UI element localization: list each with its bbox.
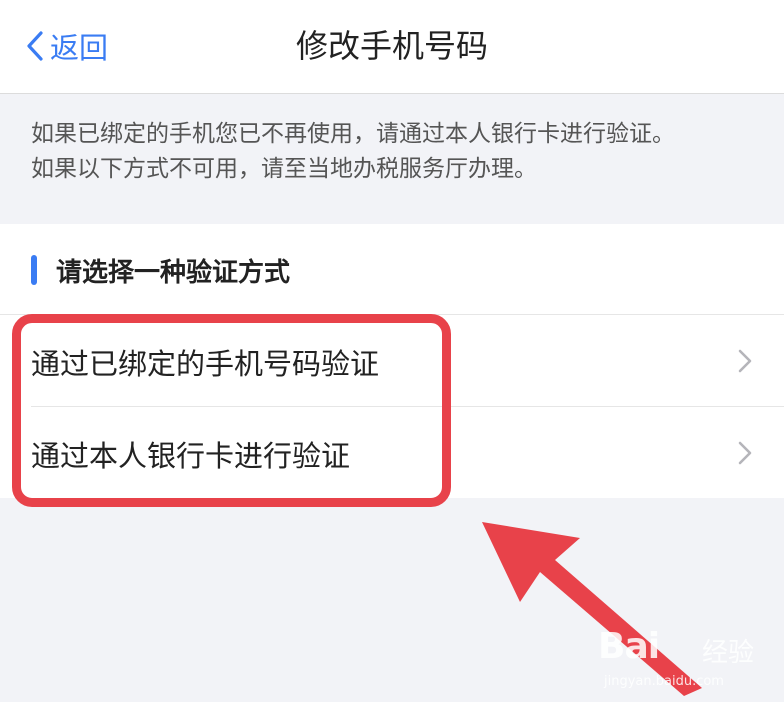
verification-options-card: 请选择一种验证方式 通过已绑定的手机号码验证 通过本人银行卡进行验证 xyxy=(0,224,784,498)
notice-panel: 如果已绑定的手机您已不再使用，请通过本人银行卡进行验证。 如果以下方式不可用，请… xyxy=(0,94,784,222)
watermark-url: jingyan.baidu.com xyxy=(604,674,724,689)
chevron-right-icon xyxy=(738,349,752,373)
option-bank-card-verification[interactable]: 通过本人银行卡进行验证 xyxy=(0,407,784,499)
page-title: 修改手机号码 xyxy=(295,27,488,65)
navigation-bar: 返回 修改手机号码 xyxy=(0,0,784,94)
section-header: 请选择一种验证方式 xyxy=(0,224,784,314)
chevron-right-icon xyxy=(738,441,752,465)
page: 返回 修改手机号码 如果已绑定的手机您已不再使用，请通过本人银行卡进行验证。 如… xyxy=(0,0,784,702)
notice-line-2: 如果以下方式不可用，请至当地办税服务厅办理。 xyxy=(31,156,537,182)
watermark-logo: Bai xyxy=(598,626,660,667)
option-label: 通过已绑定的手机号码验证 xyxy=(31,347,380,381)
notice-line-1: 如果已绑定的手机您已不再使用，请通过本人银行卡进行验证。 xyxy=(31,121,675,147)
watermark-text: 经验 xyxy=(702,638,755,668)
pointer-arrow-annotation xyxy=(482,522,702,696)
option-label: 通过本人银行卡进行验证 xyxy=(31,439,351,473)
section-title: 请选择一种验证方式 xyxy=(56,258,291,288)
section-accent-bar xyxy=(31,255,37,285)
watermark: Bai 经验 jingyan.baidu.com xyxy=(598,618,768,698)
option-phone-verification[interactable]: 通过已绑定的手机号码验证 xyxy=(0,315,784,407)
